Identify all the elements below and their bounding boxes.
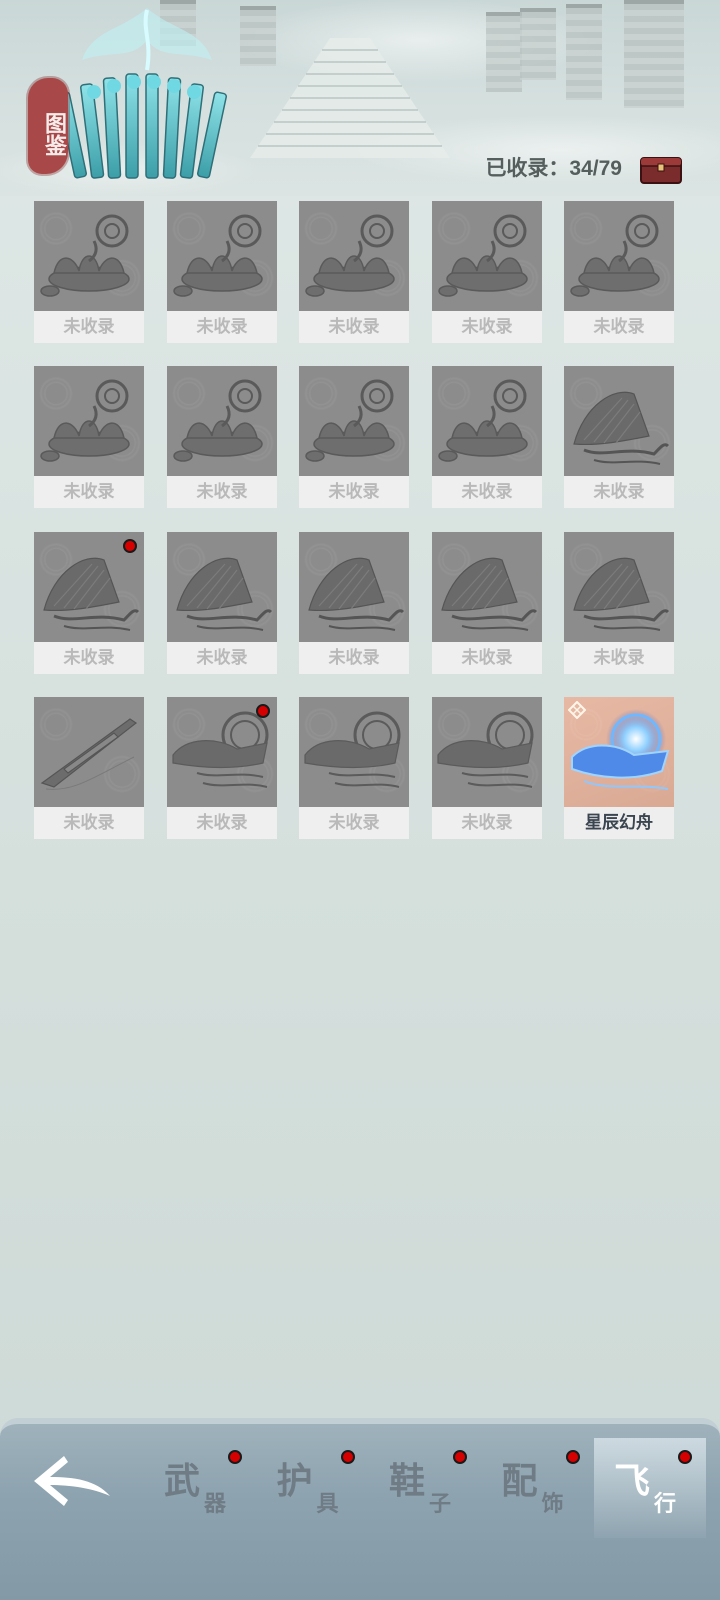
tab-main-char: 飞 — [614, 1460, 651, 1502]
collected-count: 已收录：34/79 — [485, 157, 622, 180]
item-status-label: 未收录 — [167, 311, 277, 343]
item-status-label: 未收录 — [34, 311, 144, 343]
notification-dot — [228, 1450, 242, 1464]
item-image — [432, 532, 542, 642]
collection-card-locked[interactable]: 未收录 — [432, 697, 542, 839]
item-status-label: 未收录 — [564, 476, 674, 508]
item-status-label: 未收录 — [432, 642, 542, 674]
collection-card-locked[interactable]: 未收录 — [34, 532, 144, 674]
collection-card-owned[interactable]: 星辰幻舟 — [564, 697, 674, 839]
tab-main-char: 武 — [164, 1460, 201, 1502]
hanging-scroll-decoration — [486, 12, 522, 92]
collection-card-locked[interactable]: 未收录 — [564, 201, 674, 343]
collection-card-locked[interactable]: 未收录 — [167, 366, 277, 508]
collection-card-locked[interactable]: 未收录 — [299, 697, 409, 839]
item-status-label: 未收录 — [299, 807, 409, 839]
tab-main-char: 鞋 — [389, 1460, 426, 1502]
item-status-label: 未收录 — [34, 476, 144, 508]
item-status-label: 未收录 — [299, 311, 409, 343]
collection-card-locked[interactable]: 未收录 — [34, 201, 144, 343]
new-item-dot — [256, 704, 270, 718]
notification-dot — [340, 1450, 355, 1464]
item-image — [299, 201, 409, 311]
notification-dot — [678, 1450, 692, 1464]
tab-sub-char: 饰 — [541, 1491, 564, 1517]
item-status-label: 未收录 — [299, 642, 409, 674]
category-tab[interactable]: 武器 — [144, 1438, 256, 1538]
item-image — [299, 532, 409, 642]
item-status-label: 未收录 — [34, 642, 144, 674]
collection-card-locked[interactable]: 未收录 — [432, 201, 542, 343]
collection-card-locked[interactable]: 未收录 — [564, 366, 674, 508]
tab-sub-char: 子 — [429, 1491, 452, 1517]
collection-card-locked[interactable]: 未收录 — [299, 532, 409, 674]
item-image — [299, 366, 409, 476]
item-image — [167, 532, 277, 642]
item-status-label: 未收录 — [564, 642, 674, 674]
category-tab[interactable]: 鞋子 — [369, 1438, 481, 1538]
item-image — [34, 697, 144, 807]
item-image — [432, 366, 542, 476]
item-image — [167, 366, 277, 476]
rarity-emblem-icon — [568, 701, 586, 719]
collection-card-locked[interactable]: 未收录 — [299, 366, 409, 508]
new-item-dot — [123, 539, 137, 553]
header-banner: 图鉴 已收录：34/79 — [0, 0, 720, 196]
item-status-label: 未收录 — [167, 642, 277, 674]
stairway-decoration — [250, 38, 450, 158]
item-status-label: 未收录 — [167, 476, 277, 508]
item-image — [167, 201, 277, 311]
treasure-chest-icon[interactable] — [640, 155, 682, 185]
collection-card-locked[interactable]: 未收录 — [34, 697, 144, 839]
collection-card-locked[interactable]: 未收录 — [432, 532, 542, 674]
collection-card-locked[interactable]: 未收录 — [167, 697, 277, 839]
collection-card-locked[interactable]: 未收录 — [299, 201, 409, 343]
notification-dot — [565, 1450, 580, 1464]
hanging-scroll-decoration — [624, 0, 684, 108]
item-image — [34, 201, 144, 311]
item-status-label: 未收录 — [564, 311, 674, 343]
item-image — [299, 697, 409, 807]
item-status-label: 未收录 — [167, 807, 277, 839]
collection-card-locked[interactable]: 未收录 — [432, 366, 542, 508]
item-status-label: 未收录 — [432, 807, 542, 839]
category-tab[interactable]: 护具 — [257, 1438, 369, 1538]
category-tab[interactable]: 配饰 — [482, 1438, 594, 1538]
hanging-scroll-decoration — [520, 8, 556, 80]
item-status-label: 星辰幻舟 — [564, 807, 674, 839]
item-image — [564, 532, 674, 642]
item-status-label: 未收录 — [299, 476, 409, 508]
tab-main-char: 护 — [276, 1460, 313, 1502]
item-image — [432, 697, 542, 807]
collection-card-locked[interactable]: 未收录 — [167, 532, 277, 674]
flying-artifact-emblem — [56, 8, 228, 179]
collection-seal-title: 图鉴 — [28, 78, 68, 174]
back-arrow-icon[interactable] — [30, 1450, 114, 1512]
notification-dot — [453, 1450, 467, 1464]
tab-sub-char: 具 — [316, 1491, 339, 1517]
collection-card-locked[interactable]: 未收录 — [167, 201, 277, 343]
collection-card-locked[interactable]: 未收录 — [34, 366, 144, 508]
tab-sub-char: 器 — [204, 1491, 227, 1517]
item-status-label: 未收录 — [432, 311, 542, 343]
collection-card-locked[interactable]: 未收录 — [564, 532, 674, 674]
hanging-scroll-decoration — [566, 4, 602, 100]
item-status-label: 未收录 — [34, 807, 144, 839]
item-image — [34, 366, 144, 476]
item-status-label: 未收录 — [432, 476, 542, 508]
category-tab[interactable]: 飞行 — [594, 1438, 706, 1538]
tab-main-char: 配 — [501, 1460, 538, 1502]
item-image — [564, 201, 674, 311]
tab-sub-char: 行 — [654, 1491, 677, 1517]
item-image — [564, 366, 674, 476]
item-image — [432, 201, 542, 311]
